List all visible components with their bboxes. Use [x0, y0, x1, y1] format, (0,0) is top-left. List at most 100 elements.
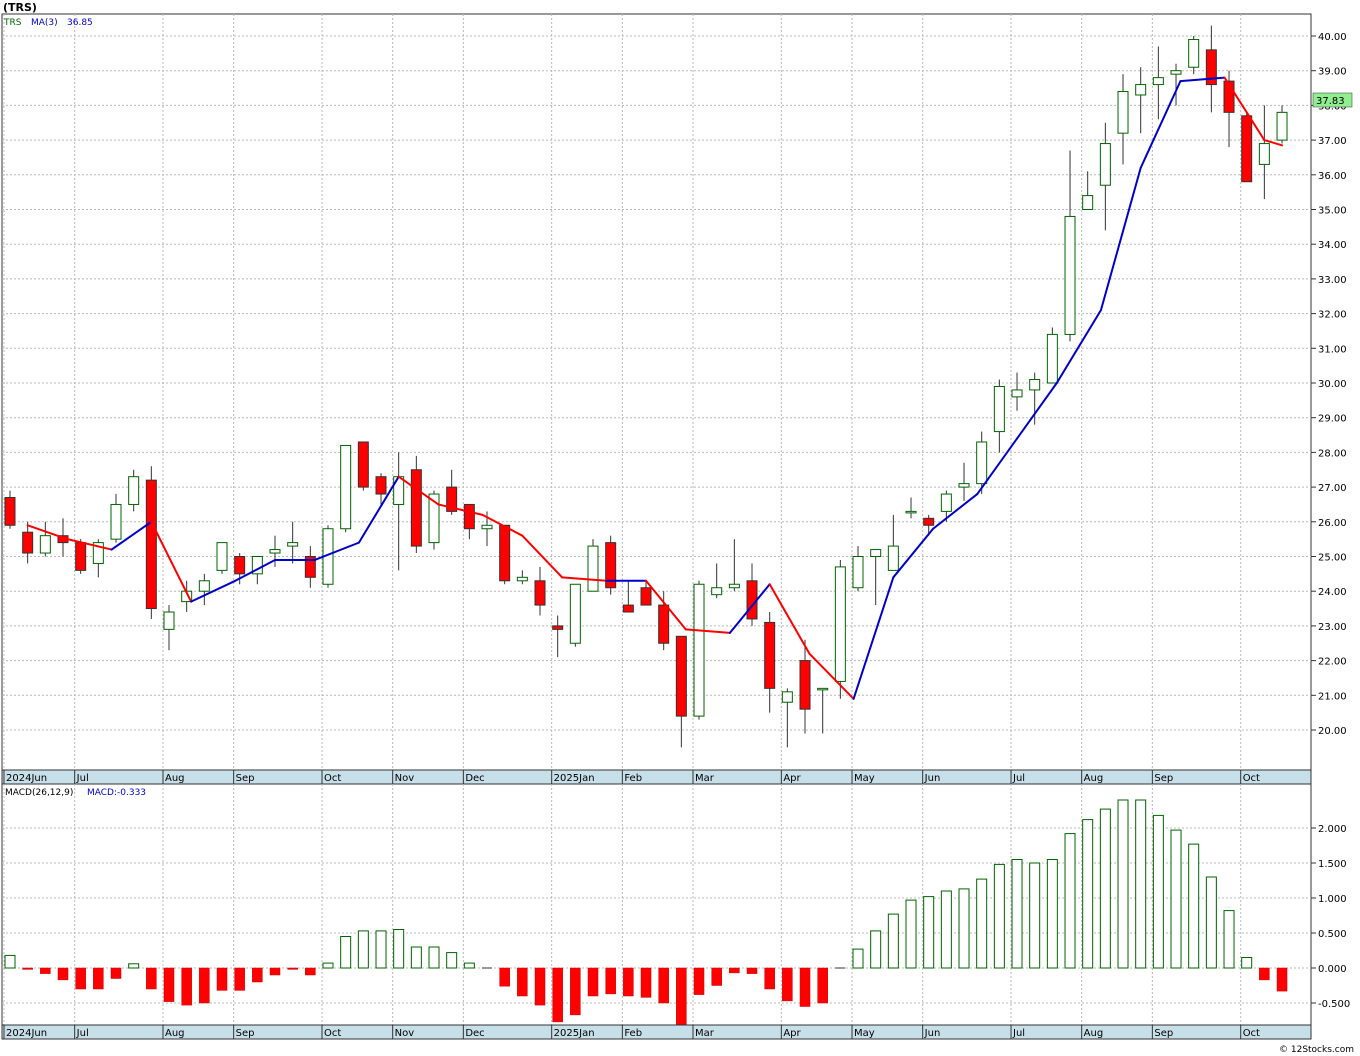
candle-body: [75, 542, 87, 571]
price-plot-frame: [1, 13, 1312, 771]
macd-bar: [234, 967, 245, 991]
candle-body: [481, 524, 493, 530]
candle-body: [1241, 115, 1253, 183]
price-tick-label: 22.00: [1318, 657, 1347, 668]
candle-body: [711, 587, 723, 596]
macd-month-label: Oct: [1243, 1028, 1260, 1039]
macd-month-label: Nov: [395, 1028, 415, 1039]
legend-ma-value: 36.85: [67, 18, 93, 28]
price-month-label: Dec: [465, 773, 484, 784]
macd-bar: [322, 962, 334, 969]
macd-bar: [923, 896, 935, 969]
candle-body: [269, 549, 281, 554]
macd-bar: [4, 954, 16, 969]
price-tick-label: 31.00: [1318, 344, 1347, 355]
macd-bar: [1205, 876, 1217, 969]
price-month-label: Jul: [1012, 773, 1025, 784]
candle-body: [357, 441, 369, 488]
macd-bar: [1188, 843, 1200, 969]
price-panel: 20.00 21.00 22.00 23.00 24.00 25.00 26.00 27.00…: [1, 13, 1347, 785]
price-tick-label: 21.00: [1318, 691, 1347, 702]
macd-bar: [463, 962, 475, 969]
macd-bar: [534, 967, 546, 1006]
candle-body: [516, 576, 528, 582]
macd-bar: [75, 967, 86, 990]
price-tick-label: 30.00: [1318, 379, 1347, 390]
macd-bar: [305, 967, 316, 976]
macd-bar: [1241, 957, 1253, 969]
macd-bar: [269, 967, 281, 976]
price-month-label: Jun: [924, 773, 941, 784]
macd-month-label: Apr: [783, 1028, 801, 1039]
candle-body: [499, 524, 511, 582]
macd-bar: [693, 967, 705, 995]
candle-body: [923, 517, 935, 526]
price-month-label: Apr: [783, 773, 801, 784]
macd-bar: [1029, 862, 1041, 969]
macd-month-label: Aug: [1084, 1028, 1104, 1039]
candle-body: [852, 556, 864, 589]
candle-body: [940, 493, 952, 512]
price-tick-label: 27.00: [1318, 483, 1347, 494]
price-tick-label: 33.00: [1318, 275, 1347, 286]
price-tick-label: 36.00: [1318, 171, 1347, 182]
price-month-label: Mar: [695, 773, 715, 784]
macd-bar: [993, 863, 1005, 969]
candle-body: [993, 385, 1005, 433]
candle-body: [746, 580, 758, 620]
macd-bar: [1135, 799, 1147, 969]
macd-panel: -0.500 0.000 0.500 1.000 1.500 2.000 2024Jun J…: [1, 783, 1350, 1040]
price-tick-label: 34.00: [1318, 240, 1347, 251]
macd-bar: [40, 967, 51, 974]
macd-month-label: Jul: [1012, 1028, 1025, 1039]
candle-body: [163, 611, 175, 630]
legend-symbol: TRS: [3, 18, 22, 28]
price-tick-label: 28.00: [1318, 448, 1347, 459]
candle-body: [410, 469, 422, 547]
price-month-label: Nov: [395, 773, 415, 784]
macd-bar: [746, 967, 758, 974]
macd-bar: [181, 967, 192, 1006]
macd-bar: [22, 967, 33, 970]
price-month-label: Oct: [1243, 773, 1260, 784]
macd-bar: [570, 967, 581, 1016]
price-month-label: Aug: [165, 773, 185, 784]
candle-body: [1258, 143, 1270, 165]
candle-body: [834, 566, 846, 682]
candle-body: [1064, 215, 1076, 335]
candle-body: [817, 687, 829, 691]
macd-bar: [817, 967, 828, 1004]
candle-body: [799, 660, 811, 710]
macd-bar: [711, 967, 722, 986]
macd-bar: [887, 913, 899, 969]
macd-bar: [128, 963, 140, 969]
macd-bar: [1011, 859, 1023, 969]
macd-month-label: Mar: [695, 1028, 715, 1039]
macd-tick-label: 0.500: [1318, 929, 1347, 940]
candle-body: [764, 621, 776, 689]
candle-body: [1135, 84, 1147, 96]
macd-plot-frame: [1, 783, 1312, 1026]
macd-date-axis-bar: [1, 1024, 1312, 1040]
macd-month-label: Jul: [76, 1028, 89, 1039]
macd-bar: [552, 967, 563, 1023]
macd-bar: [1117, 799, 1129, 969]
price-month-label: Sep: [236, 773, 255, 784]
macd-bar: [676, 967, 687, 1026]
macd-bar: [640, 967, 652, 998]
macd-tick-label: -0.500: [1318, 999, 1350, 1010]
macd-month-label: May: [854, 1028, 875, 1039]
price-tick-label: 25.00: [1318, 553, 1347, 564]
price-tick-label: 23.00: [1318, 622, 1347, 633]
candle-body: [958, 483, 970, 488]
candle-body: [728, 583, 740, 589]
macd-bar: [940, 890, 952, 969]
macd-bar: [1259, 967, 1270, 981]
candle-body: [693, 583, 705, 717]
macd-bar: [852, 948, 864, 969]
macd-bar: [163, 967, 175, 1002]
macd-bar: [1064, 833, 1076, 969]
macd-bar: [976, 878, 988, 969]
macd-bar: [1152, 814, 1164, 969]
price-month-label: 2024Jun: [6, 773, 47, 784]
